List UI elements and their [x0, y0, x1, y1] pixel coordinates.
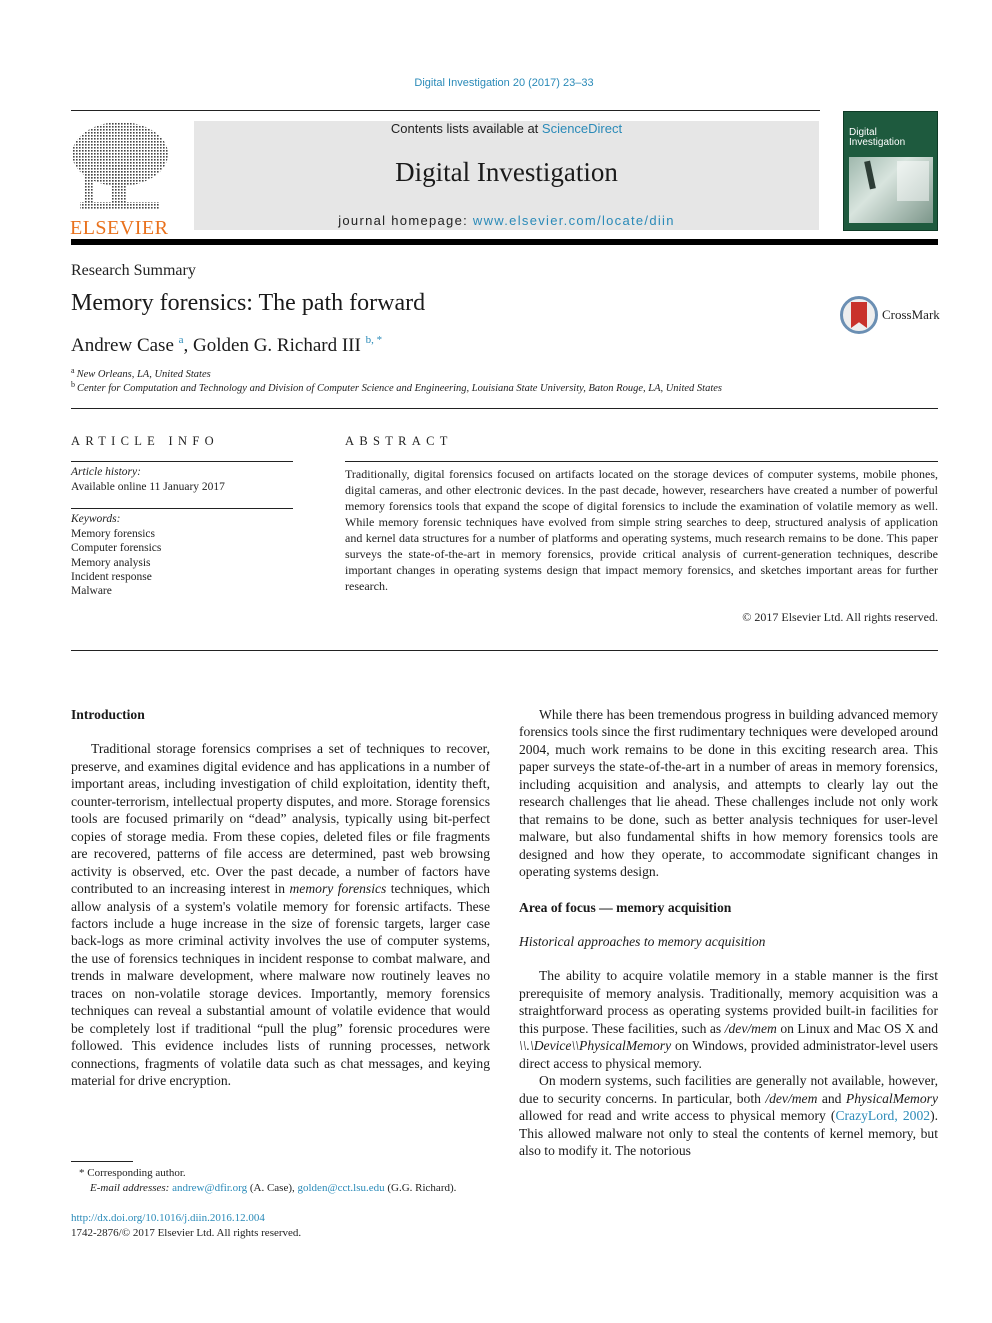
body-paragraph: Traditional storage forensics comprises … — [71, 740, 490, 1089]
keywords-rule — [71, 508, 293, 509]
keywords-list: Memory forensics Computer forensics Memo… — [71, 527, 161, 598]
paragraph-text: allowed for read and write access to phy… — [519, 1108, 836, 1124]
paragraph-text: techniques, which allow analysis of a sy… — [71, 881, 490, 1089]
keyword: Malware — [71, 585, 112, 598]
email-link[interactable]: golden@cct.lsu.edu — [298, 1182, 385, 1194]
emphasis-text: PhysicalMemory — [845, 1090, 938, 1106]
sciencedirect-link[interactable]: ScienceDirect — [542, 121, 622, 136]
journal-cover-thumbnail[interactable]: Digital Investigation — [843, 111, 938, 231]
abstract-heading: ABSTRACT — [345, 434, 453, 448]
cover-figure — [864, 160, 876, 190]
keyword: Computer forensics — [71, 542, 162, 555]
abstract-copyright: © 2017 Elsevier Ltd. All rights reserved… — [742, 610, 938, 624]
elsevier-wordmark: ELSEVIER — [70, 217, 169, 239]
email-label: E-mail addresses: — [90, 1182, 170, 1194]
cover-image — [849, 157, 933, 223]
article-type: Research Summary — [71, 262, 196, 279]
affiliation: b Center for Computation and Technology a… — [71, 380, 722, 394]
homepage-line: journal homepage: www.elsevier.com/locat… — [194, 213, 819, 228]
article-info-rule — [71, 461, 293, 462]
body-paragraph: While there has been tremendous progress… — [519, 707, 938, 880]
elsevier-tree-icon — [72, 122, 168, 210]
contents-prefix: Contents lists available at — [390, 121, 542, 136]
article-title: Memory forensics: The path forward — [71, 290, 426, 316]
affiliation: a New Orleans, LA, United States — [71, 366, 211, 380]
email-owner: (G.G. Richard). — [384, 1182, 457, 1194]
author-affiliation-link[interactable]: b, * — [366, 334, 383, 346]
masthead-rule — [71, 239, 938, 245]
emphasis-text: memory forensics — [289, 881, 387, 897]
subsection-heading: Historical approaches to memory acquisit… — [519, 933, 766, 949]
keywords-label: Keywords: — [71, 513, 121, 525]
history-value: Available online 11 January 2017 — [71, 481, 225, 493]
abstract-text: Traditionally, digital forensics focused… — [345, 467, 938, 593]
cover-title-line2: Investigation — [849, 137, 906, 148]
affiliation-text: New Orleans, LA, United States — [76, 369, 211, 380]
affiliation-mark: a — [71, 366, 75, 375]
email-link[interactable]: andrew@dfir.org — [172, 1182, 247, 1194]
emphasis-text: \\.\Device\\PhysicalMemory — [519, 1038, 672, 1054]
emphasis-text: /dev/mem — [765, 1090, 818, 1106]
corresponding-author-note: * Corresponding author. — [79, 1167, 186, 1179]
affiliation-mark: b — [71, 380, 75, 389]
email-owner: (A. Case), — [247, 1182, 298, 1194]
elsevier-logo: ELSEVIER — [70, 120, 170, 238]
crossmark-icon — [840, 296, 878, 334]
journal-citation-link[interactable]: Digital Investigation 20 (2017) 23–33 — [0, 77, 992, 89]
keyword: Incident response — [71, 570, 152, 583]
issn-copyright: 1742-2876/© 2017 Elsevier Ltd. All right… — [71, 1227, 302, 1239]
paragraph-text: and — [817, 1090, 846, 1106]
author-name: Andrew Case — [71, 335, 174, 356]
section-heading-memory-acquisition: Area of focus — memory acquisition — [519, 899, 732, 915]
article-info-heading: ARTICLE INFO — [71, 434, 219, 448]
doi-link-text[interactable]: http://dx.doi.org/10.1016/j.diin.2016.12… — [71, 1212, 265, 1224]
header-rule — [71, 110, 820, 111]
crossmark-button[interactable]: CrossMark — [840, 296, 940, 334]
body-paragraph: On modern systems, such facilities are g… — [519, 1072, 938, 1159]
homepage-prefix: journal homepage: — [338, 213, 473, 228]
paragraph-text: Traditional storage forensics comprises … — [71, 741, 490, 897]
abstract-rule — [345, 461, 938, 462]
history-label: Article history: — [71, 466, 141, 478]
doi-link[interactable]: http://dx.doi.org/10.1016/j.diin.2016.12… — [71, 1211, 265, 1226]
body-paragraph: The ability to acquire volatile memory i… — [519, 967, 938, 1072]
emphasis-text: /dev/mem — [724, 1020, 777, 1036]
cover-title: Digital Investigation — [849, 128, 905, 148]
cover-panel — [897, 161, 929, 201]
journal-masthead: Contents lists available at ScienceDirec… — [194, 121, 819, 230]
right-column: While there has been tremendous progress… — [519, 706, 938, 1159]
homepage-link[interactable]: www.elsevier.com/locate/diin — [473, 213, 675, 228]
journal-title: Digital Investigation — [395, 157, 618, 187]
left-column: Introduction Traditional storage forensi… — [71, 706, 490, 1090]
keyword: Memory analysis — [71, 556, 151, 569]
keyword: Memory forensics — [71, 528, 155, 540]
footnote-rule — [71, 1161, 133, 1162]
citation-link[interactable]: CrazyLord, 2002 — [835, 1108, 930, 1123]
title-divider — [71, 408, 938, 409]
crossmark-label: CrossMark — [882, 307, 940, 322]
abstract-divider — [71, 650, 938, 651]
contents-line: Contents lists available at ScienceDirec… — [194, 121, 819, 137]
author-separator: , — [183, 335, 194, 356]
paragraph-text: on Linux and Mac OS X and — [776, 1020, 938, 1036]
affiliation-text: Center for Computation and Technology an… — [77, 383, 723, 394]
email-addresses: E-mail addresses: andrew@dfir.org (A. Ca… — [90, 1181, 456, 1196]
author-name: Golden G. Richard III — [193, 335, 361, 356]
section-heading-introduction: Introduction — [71, 707, 145, 722]
author-list: Andrew Case a, Golden G. Richard III b, … — [71, 334, 382, 357]
